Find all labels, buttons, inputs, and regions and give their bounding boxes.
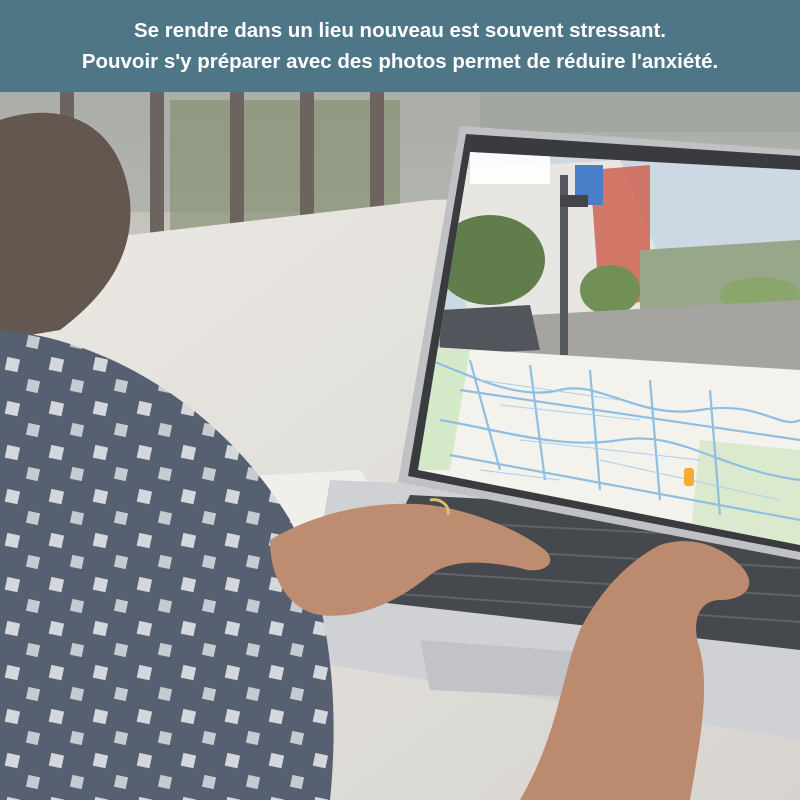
caption-banner: Se rendre dans un lieu nouveau est souve… — [0, 0, 800, 92]
caption-line-2: Pouvoir s'y préparer avec des photos per… — [81, 50, 719, 73]
photo-laptop-scene — [0, 92, 800, 800]
caption-line-1: Se rendre dans un lieu nouveau est souve… — [133, 19, 667, 42]
